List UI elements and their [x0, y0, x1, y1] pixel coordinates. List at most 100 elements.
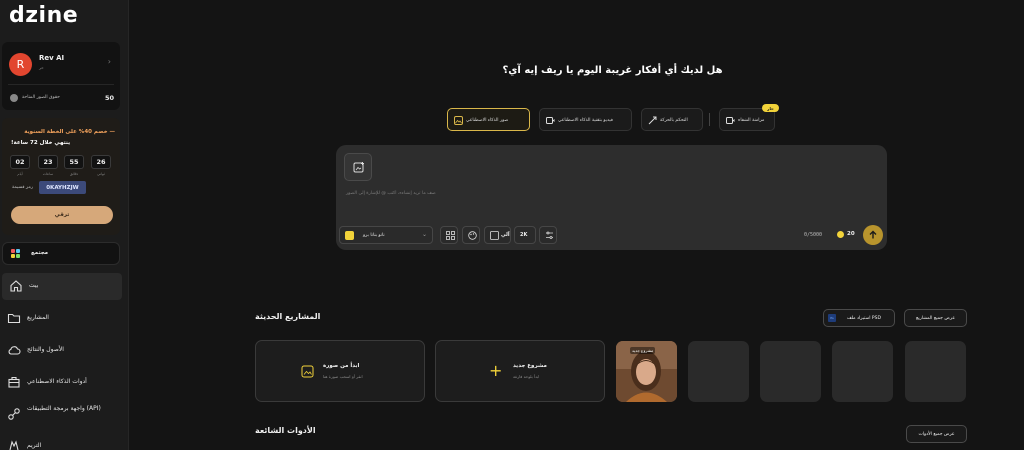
- sidebar-item-label: أدوات الذكاء الاصطناعي: [27, 378, 87, 385]
- more-options-button[interactable]: [539, 226, 557, 244]
- prompt-input[interactable]: صف ما تريد إنشاءه، اكتب @ للإشارة إلى ال…: [346, 191, 436, 196]
- user-plan: حر: [39, 65, 44, 70]
- view-all-tools-button[interactable]: عرض جميع الأدوات: [906, 425, 967, 443]
- image-icon: [454, 116, 463, 125]
- sidebar-item-ai-tools[interactable]: أدوات الذكاء الاصطناعي: [0, 369, 128, 396]
- community-label: مجتمع: [31, 250, 49, 256]
- sidebar-item-assets[interactable]: الأصول والنتائج: [0, 337, 128, 364]
- tab-label: صور الذكاء الاصطناعي: [466, 118, 509, 123]
- project-thumbnail[interactable]: مشروع جديد: [616, 341, 677, 402]
- chevron-right-icon[interactable]: ›: [108, 57, 111, 66]
- user-card[interactable]: R Rev AI حر › حقوق الصور المتاحة 50: [2, 42, 120, 110]
- aspect-ratio-button[interactable]: آلي: [484, 226, 511, 244]
- coupon-label: رمز قسيمة: [12, 185, 34, 190]
- import-psd-label: استيراد ملف PSD: [847, 315, 881, 321]
- credits-value: 50: [104, 94, 114, 102]
- grid-icon: [446, 231, 455, 240]
- thumbnail-label: مشروع جديد: [630, 347, 656, 354]
- card-subtitle: انقر أو اسحب صورة هنا: [323, 374, 363, 379]
- motion-icon: [648, 116, 657, 125]
- sidebar-item-label: بيت: [29, 282, 39, 289]
- plus-icon: +: [489, 361, 503, 380]
- divider: [709, 113, 710, 126]
- photoshop-icon: Ps: [828, 314, 836, 322]
- generation-cost: 20: [847, 231, 855, 237]
- recent-projects-title: المشاريع الحديثة: [255, 312, 321, 321]
- user-name: Rev AI: [39, 54, 65, 62]
- divider: [8, 84, 114, 85]
- chevron-down-icon: ⌄: [421, 231, 427, 238]
- video-icon: [546, 117, 555, 124]
- credits-label: حقوق الصور المتاحة: [22, 95, 60, 100]
- card-subtitle: ابدأ بلوحة فارغة: [513, 374, 540, 379]
- aspect-label: آلي: [501, 232, 510, 238]
- tab-ai-video[interactable]: فيديو بتقنية الذكاء الاصطناعي: [539, 108, 632, 131]
- card-title: ابدأ من صورة: [323, 363, 360, 369]
- timer-seconds-label: ثواني: [97, 172, 105, 176]
- timer-hours: 23: [38, 155, 58, 169]
- pricing-icon: [9, 440, 19, 450]
- tab-label: مزامنة الشفاه: [738, 118, 765, 123]
- upload-image-button[interactable]: [344, 153, 372, 181]
- style-label: نانو بنانا برو: [363, 233, 385, 238]
- aspect-icon: [490, 231, 499, 240]
- char-count: 0/5000: [804, 232, 823, 238]
- style-select[interactable]: نانو بنانا برو ⌄: [339, 226, 433, 244]
- sidebar-item-label: الأصول والنتائج: [27, 346, 64, 353]
- card-title: مشروع جديد: [513, 363, 547, 369]
- prompt-panel: صف ما تريد إنشاءه، اكتب @ للإشارة إلى ال…: [336, 145, 887, 250]
- timer-minutes-label: دقائق: [69, 172, 79, 176]
- coin-icon: [837, 231, 844, 238]
- resolution-label: 2K: [520, 232, 528, 238]
- coupon-code[interactable]: 0KAYHZJW: [39, 181, 86, 194]
- hot-badge: حار: [762, 104, 779, 112]
- grid-icon: [11, 249, 21, 259]
- tab-motion-control[interactable]: التحكم بالحركة: [641, 108, 703, 131]
- sidebar-item-home[interactable]: بيت: [2, 273, 122, 300]
- banana-icon: [345, 231, 354, 240]
- community-button[interactable]: مجتمع: [2, 242, 120, 265]
- lipsync-icon: [726, 117, 735, 124]
- credits-icon: [10, 94, 18, 102]
- tab-ai-images[interactable]: صور الذكاء الاصطناعي: [447, 108, 530, 131]
- popular-tools-title: الأدوات الشائعة: [255, 426, 316, 435]
- sidebar-item-api[interactable]: واجهة برمجة التطبيقات (API): [0, 401, 128, 428]
- new-project-card[interactable]: + مشروع جديد ابدأ بلوحة فارغة: [435, 340, 605, 402]
- empty-project-slot: [760, 341, 821, 402]
- tab-label: فيديو بتقنية الذكاء الاصطناعي: [558, 118, 613, 123]
- palette-button[interactable]: [462, 226, 480, 244]
- home-icon: [10, 280, 22, 292]
- sidebar-item-label: المشاريع: [27, 314, 49, 321]
- start-from-image-card[interactable]: ابدأ من صورة انقر أو اسحب صورة هنا: [255, 340, 425, 402]
- sidebar-item-label: واجهة برمجة التطبيقات (API): [27, 405, 101, 412]
- palette-icon: [468, 231, 477, 240]
- logo[interactable]: dzine: [9, 3, 78, 28]
- upgrade-button[interactable]: ترقي: [11, 206, 113, 224]
- timer-days-label: أيام: [17, 172, 23, 176]
- sidebar-item-pricing[interactable]: التريم: [0, 433, 128, 450]
- cloud-icon: [8, 346, 21, 355]
- generate-button[interactable]: [863, 225, 883, 245]
- view-all-projects-button[interactable]: عرض جميع المشاريع: [904, 309, 967, 327]
- promo-title: — خصم 40% على الخطة السنوية: [24, 129, 115, 135]
- import-psd-button[interactable]: Ps استيراد ملف PSD: [823, 309, 895, 327]
- settings-icon: [546, 231, 553, 239]
- sidebar-item-projects[interactable]: المشاريع: [0, 305, 128, 332]
- timer-hours-label: ساعات: [42, 172, 54, 176]
- add-image-icon: [301, 365, 314, 378]
- tab-label: التحكم بالحركة: [660, 118, 688, 123]
- page-title: هل لديك أي أفكار غريبة اليوم يا ريف إيه …: [502, 65, 723, 76]
- add-image-icon: [353, 162, 364, 173]
- avatar[interactable]: R: [9, 53, 32, 76]
- promo-ends: ينتهي خلال 72 ساعة!: [11, 140, 71, 146]
- toolbox-icon: [8, 376, 20, 388]
- empty-project-slot: [832, 341, 893, 402]
- folder-icon: [7, 313, 21, 324]
- empty-project-slot: [688, 341, 749, 402]
- resolution-button[interactable]: 2K: [514, 226, 536, 244]
- sidebar: dzine R Rev AI حر › حقوق الصور المتاحة 5…: [0, 0, 129, 450]
- timer-days: 02: [10, 155, 30, 169]
- promo-card: — خصم 40% على الخطة السنوية ينتهي خلال 7…: [2, 118, 120, 235]
- grid-button[interactable]: [440, 226, 458, 244]
- empty-project-slot: [905, 341, 966, 402]
